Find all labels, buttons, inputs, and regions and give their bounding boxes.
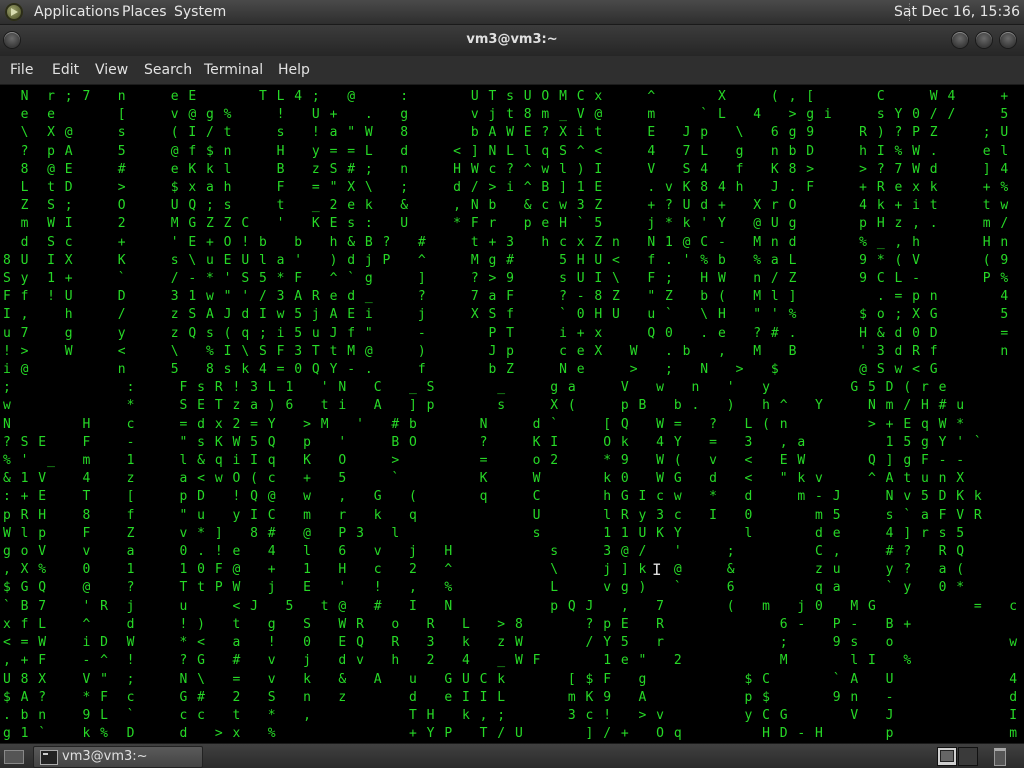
text-cursor-icon: I: [652, 560, 662, 579]
maximize-button[interactable]: [976, 32, 992, 48]
bottom-panel: vm3@vm3:~: [0, 743, 1024, 768]
show-desktop-icon[interactable]: [4, 750, 24, 764]
window-titlebar[interactable]: vm3@vm3:~: [0, 25, 1024, 56]
menu-help[interactable]: Help: [278, 61, 310, 79]
menu-terminal[interactable]: Terminal: [204, 61, 263, 79]
workspace-1-button[interactable]: [937, 747, 957, 766]
minimize-button[interactable]: [952, 32, 968, 48]
menu-edit[interactable]: Edit: [52, 61, 79, 79]
clock[interactable]: Sat Dec 16, 15:36: [894, 3, 1020, 21]
places-menu[interactable]: Places: [122, 3, 167, 21]
applications-menu[interactable]: Applications: [34, 3, 120, 21]
menu-file[interactable]: File: [10, 61, 33, 79]
distro-logo-icon[interactable]: [5, 3, 23, 21]
matrix-rain-text: N r ; 7 n e E T L 4 ; @ : U T s U O M C …: [3, 89, 1024, 742]
menu-search[interactable]: Search: [144, 61, 192, 79]
top-panel: Applications Places System Sat Dec 16, 1…: [0, 0, 1024, 25]
menu-view[interactable]: View: [95, 61, 128, 79]
window-title: vm3@vm3:~: [466, 32, 558, 47]
terminal-output-area[interactable]: N r ; 7 n e E T L 4 ; @ : U T s U O M C …: [0, 85, 1024, 743]
terminal-scrollbar[interactable]: [1018, 85, 1024, 743]
terminal-icon: [40, 750, 58, 765]
taskbar-terminal-label: vm3@vm3:~: [62, 749, 148, 764]
system-menu[interactable]: System: [174, 3, 226, 21]
taskbar-terminal-button[interactable]: vm3@vm3:~: [33, 746, 203, 768]
trash-icon[interactable]: [994, 748, 1006, 766]
workspace-2-button[interactable]: [958, 747, 978, 766]
terminal-menubar: File Edit View Search Terminal Help: [0, 56, 1024, 85]
desktop-screen: Applications Places System Sat Dec 16, 1…: [0, 0, 1024, 768]
close-button[interactable]: [1000, 32, 1016, 48]
